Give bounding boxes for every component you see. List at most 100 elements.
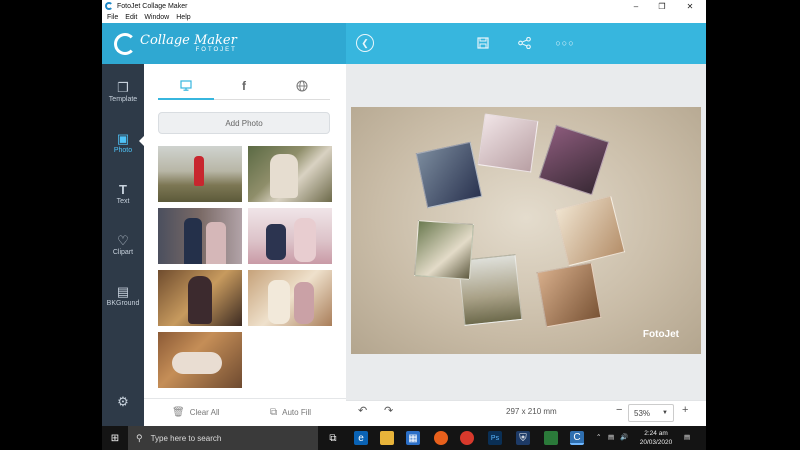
notification-icon[interactable]: ▤	[684, 433, 690, 442]
add-photo-button[interactable]: Add Photo	[158, 112, 330, 134]
photo-cube[interactable]	[414, 220, 476, 282]
close-icon[interactable]: ✕	[678, 0, 702, 12]
save-icon[interactable]	[475, 34, 491, 52]
menu-bar: File Edit Window Help	[102, 12, 706, 23]
rail-item-clipart[interactable]: ♡ Clipart	[102, 227, 144, 267]
more-icon[interactable]: ○○○	[555, 34, 574, 52]
photo-cube[interactable]	[477, 113, 541, 173]
windows-icon: ⊞	[110, 432, 120, 444]
collage-canvas[interactable]: FotoJet	[351, 107, 701, 354]
photo-thumbnail[interactable]	[248, 270, 332, 326]
share-icon[interactable]	[516, 34, 532, 52]
firefox-icon[interactable]	[434, 431, 448, 445]
app-icon[interactable]	[544, 431, 558, 445]
clear-all-label: Clear All	[189, 408, 220, 417]
menu-file[interactable]: File	[107, 14, 118, 21]
rail-label-template: Template	[108, 96, 138, 103]
rail-item-text[interactable]: T Text	[102, 176, 144, 216]
panel-footer: 🗑 Clear All ⧉ Auto Fill	[144, 398, 346, 426]
taskbar-search[interactable]: ⚲ Type here to search	[128, 426, 318, 450]
photo-thumbnail[interactable]	[158, 332, 242, 388]
photoshop-icon[interactable]: Ps	[488, 431, 502, 445]
source-tabs: f	[158, 72, 330, 100]
search-icon: ⚲	[136, 432, 143, 443]
rail-label-text: Text	[116, 198, 130, 205]
auto-fill-label: Auto Fill	[282, 408, 312, 417]
minimize-icon[interactable]: –	[624, 0, 648, 12]
stripes-icon: ▤	[116, 284, 130, 299]
task-view-icon[interactable]: ⧉	[326, 431, 340, 445]
app-header: Collage Maker FOTOJET ❮ ○○○	[102, 23, 706, 64]
watermark: FotoJet	[642, 329, 679, 340]
file-explorer-icon[interactable]	[380, 431, 394, 445]
logo-text: Collage Maker	[140, 32, 237, 48]
redo-icon[interactable]: ↷	[384, 404, 393, 417]
tray-chevron-icon[interactable]: ⌃	[596, 433, 601, 442]
chevron-down-icon: ▼	[662, 410, 668, 416]
window-title: FotoJet Collage Maker	[117, 2, 188, 10]
menu-help[interactable]: Help	[176, 14, 190, 21]
photo-icon: ▣	[116, 131, 130, 146]
tab-computer[interactable]	[158, 72, 214, 100]
auto-fill-button[interactable]: ⧉ Auto Fill	[270, 407, 311, 418]
screen: FotoJet Collage Maker – ❐ ✕ File Edit Wi…	[0, 0, 800, 450]
auto-fill-icon: ⧉	[270, 407, 278, 418]
tab-web[interactable]	[274, 72, 330, 100]
store-icon[interactable]: ▦	[406, 431, 420, 445]
photo-thumbnail[interactable]	[158, 208, 242, 264]
volume-icon[interactable]: 🔊	[620, 433, 628, 442]
photo-cube[interactable]	[415, 141, 483, 209]
clock-date: 20/03/2020	[639, 439, 673, 446]
start-button[interactable]: ⊞	[102, 426, 128, 450]
photo-cube[interactable]	[538, 124, 610, 196]
menu-window[interactable]: Window	[144, 14, 169, 21]
photo-thumbnail[interactable]	[158, 146, 242, 202]
app-window: FotoJet Collage Maker – ❐ ✕ File Edit Wi…	[102, 0, 706, 426]
rail-label-photo: Photo	[113, 147, 133, 154]
app-logo-icon	[105, 2, 113, 10]
canvas-area: FotoJet	[346, 64, 706, 400]
rail-item-photo[interactable]: ▣ Photo	[102, 125, 144, 165]
photo-thumbnail[interactable]	[248, 146, 332, 202]
canvas-size: 297 x 210 mm	[506, 407, 557, 416]
menu-edit[interactable]: Edit	[125, 14, 137, 21]
zoom-value: 53%	[634, 408, 651, 418]
rail-item-bkground[interactable]: ▤ BKGround	[102, 278, 144, 318]
collage-maker-taskbar-icon[interactable]: C	[570, 431, 584, 445]
rail-label-bkground: BKGround	[106, 300, 140, 307]
photo-cube[interactable]	[554, 195, 626, 267]
rail-item-template[interactable]: ❐ Template	[102, 74, 144, 114]
tab-facebook[interactable]: f	[216, 72, 272, 100]
maximize-icon[interactable]: ❐	[650, 0, 674, 12]
edge-icon[interactable]: e	[354, 431, 368, 445]
photo-thumbnail[interactable]	[248, 208, 332, 264]
text-icon: T	[119, 182, 127, 197]
rail-label-clipart: Clipart	[112, 249, 134, 256]
photo-panel: f Add Photo 🗑 Clear All ⧉ Auto Fill	[144, 64, 346, 426]
zoom-out-button[interactable]: −	[616, 404, 622, 416]
zoom-in-button[interactable]: +	[682, 404, 688, 416]
web-icon	[296, 80, 308, 92]
canvas-toolbar: ↶ ↷ 297 x 210 mm − 53% ▼ +	[346, 400, 706, 426]
title-bar: FotoJet Collage Maker – ❐ ✕	[102, 0, 706, 12]
photo-cube[interactable]	[536, 262, 602, 328]
back-icon[interactable]: ❮	[356, 34, 374, 52]
template-icon: ❐	[117, 80, 129, 95]
collage-maker-logo-icon	[114, 32, 136, 55]
clear-all-button[interactable]: 🗑 Clear All	[172, 407, 220, 418]
settings-button[interactable]: ⚙	[102, 388, 144, 426]
clock[interactable]: 2:24 am 20/03/2020	[634, 429, 678, 447]
network-icon[interactable]: ▤	[608, 433, 614, 442]
taskbar: ⊞ ⚲ Type here to search ⧉ e ▦ Ps ⛨ C ⌃ ▤…	[102, 426, 706, 450]
shield-icon[interactable]: ⛨	[516, 431, 530, 445]
facebook-icon: f	[242, 79, 246, 93]
left-rail: ❐ Template ▣ Photo T Text ♡ Clipart ▤ BK…	[102, 64, 144, 426]
clock-time: 2:24 am	[644, 430, 668, 437]
zoom-select[interactable]: 53% ▼	[628, 404, 674, 422]
logo: Collage Maker FOTOJET	[102, 23, 346, 64]
undo-icon[interactable]: ↶	[358, 404, 367, 417]
chrome-icon[interactable]	[460, 431, 474, 445]
gear-icon: ⚙	[117, 394, 129, 409]
photo-thumbnail[interactable]	[158, 270, 242, 326]
trash-icon: 🗑	[172, 407, 185, 418]
